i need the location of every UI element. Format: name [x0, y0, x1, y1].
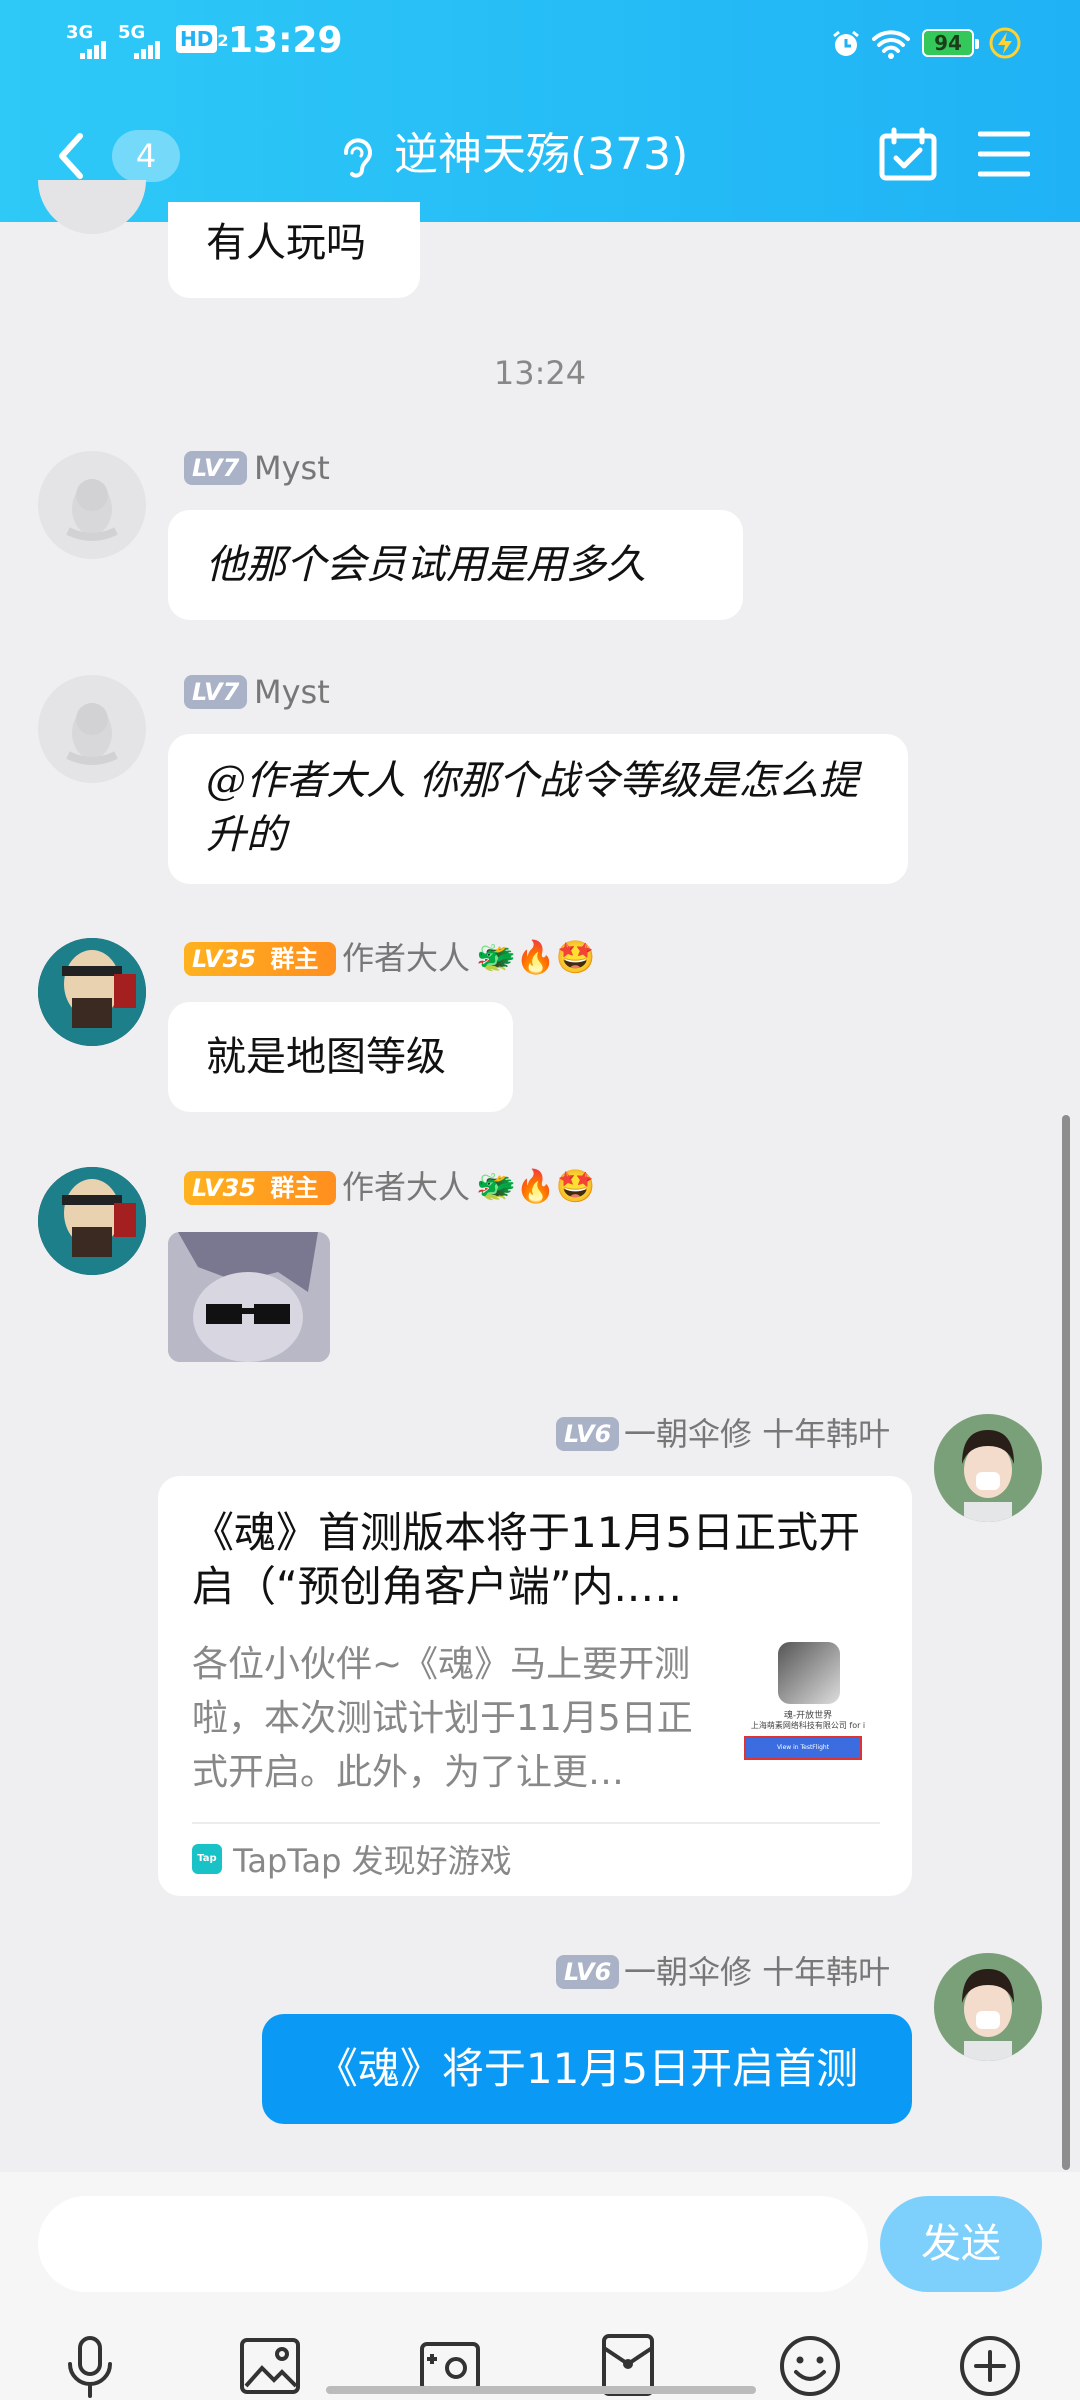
- input-area: 发送: [0, 2172, 1080, 2400]
- battery-indicator: 94: [922, 29, 979, 57]
- title-decorations: 🐲🔥🤩: [476, 1167, 596, 1205]
- home-indicator[interactable]: [326, 2386, 756, 2394]
- back-icon: [59, 133, 83, 179]
- voice-button[interactable]: [60, 2334, 120, 2398]
- avatar-image: [934, 1953, 1042, 2061]
- image-button[interactable]: [238, 2334, 302, 2398]
- back-button[interactable]: [50, 126, 100, 186]
- sender-name[interactable]: 一朝伞修 十年韩叶: [624, 1952, 890, 1992]
- send-button-label: 发送: [921, 2221, 1001, 2267]
- sender-name[interactable]: Myst: [254, 448, 330, 488]
- thumbnail-button: View in TestFlight: [744, 1736, 862, 1760]
- hd-label: HD: [176, 25, 218, 53]
- message-text: 有人玩吗: [206, 220, 366, 266]
- avatar-image: [38, 1167, 146, 1275]
- calendar-check-icon: [879, 127, 937, 181]
- message-text: 他那个会员试用是用多久: [206, 542, 646, 588]
- owner-role-text: 群主: [270, 1174, 319, 1202]
- message-text: 就是地图等级: [206, 1034, 446, 1080]
- signal-1-bars-icon: [80, 40, 108, 59]
- chat-title-text: 逆神天殇(373): [394, 129, 689, 180]
- sticker-image[interactable]: [168, 1232, 330, 1362]
- thumbnail-line-2: 上海萌素网络科技有限公司 for i: [750, 1721, 866, 1730]
- self-avatar[interactable]: [934, 1953, 1042, 2061]
- self-message-bubble[interactable]: 《魂》将于11月5日开启首测: [262, 2014, 912, 2124]
- self-avatar[interactable]: [934, 1414, 1042, 1522]
- status-time: 13:29: [228, 20, 343, 61]
- emoji-icon: [780, 2336, 840, 2396]
- flower-face-icon: 🤩: [555, 1167, 596, 1205]
- fire-icon: 🔥: [515, 938, 556, 976]
- sender-name[interactable]: 作者大人: [342, 1167, 470, 1207]
- link-card-divider: [192, 1822, 880, 1824]
- ear-icon[interactable]: [338, 133, 374, 185]
- alarm-icon: [830, 28, 862, 64]
- qq-penguin-icon: [66, 703, 118, 765]
- link-card-thumbnail: 魂-开放世界 上海萌素网络科技有限公司 for i View in TestFl…: [734, 1642, 882, 1766]
- level-text: LV35: [192, 945, 256, 973]
- level-badge: LV6: [556, 1417, 620, 1451]
- calendar-check-button[interactable]: [878, 126, 938, 186]
- link-card-source: Tap TapTap 发现好游戏: [192, 1836, 512, 1880]
- hd-sub: 2: [217, 31, 229, 50]
- level-badge: LV7: [184, 675, 248, 709]
- unread-count-badge[interactable]: 4: [112, 130, 180, 182]
- avatar[interactable]: [38, 180, 146, 234]
- avatar-image: [934, 1414, 1042, 1522]
- dragon-icon: 🐲: [476, 938, 516, 976]
- signal-group-2: 5G: [118, 24, 168, 59]
- signal-group-1: 3G: [66, 24, 110, 59]
- microphone-icon: [68, 2336, 112, 2398]
- chat-scrollbar[interactable]: [1062, 1115, 1070, 2170]
- top-bar: 3G 5G HD 2 13:29 94 4 逆神天殇(373): [0, 0, 1080, 222]
- level-badge: LV6: [556, 1955, 620, 1989]
- link-card-description: 各位小伙伴~《魂》马上要开测啦，本次测试计划于11月5日正式开启。此外，为了让更…: [192, 1644, 693, 1793]
- sender-name[interactable]: Myst: [254, 672, 330, 712]
- charging-icon: [988, 26, 1022, 64]
- level-badge: LV7: [184, 451, 248, 485]
- plus-icon: [960, 2336, 1020, 2396]
- message-timestamp: 13:24: [493, 354, 587, 392]
- level-text: LV35: [192, 1174, 256, 1202]
- link-card-source-text: TapTap 发现好游戏: [233, 1842, 512, 1880]
- hd-indicator: HD 2: [176, 25, 228, 53]
- message-bubble[interactable]: 有人玩吗: [168, 202, 420, 298]
- sender-name[interactable]: 一朝伞修 十年韩叶: [624, 1414, 890, 1454]
- link-card[interactable]: 《魂》首测版本将于11月5日正式开启（“预创角客户端”内..… 各位小伙伴~《魂…: [158, 1476, 912, 1896]
- avatar-image: [38, 938, 146, 1046]
- link-card-title: 《魂》首测版本将于11月5日正式开启（“预创角客户端”内..…: [192, 1508, 861, 1611]
- menu-icon: [977, 131, 1031, 177]
- message-bubble[interactable]: 他那个会员试用是用多久: [168, 510, 743, 620]
- avatar[interactable]: [38, 938, 146, 1046]
- flower-face-icon: 🤩: [555, 938, 596, 976]
- title-decorations: 🐲🔥🤩: [476, 938, 596, 976]
- chat-title[interactable]: 逆神天殇(373): [394, 125, 714, 185]
- menu-button[interactable]: [977, 130, 1031, 182]
- message-text: 《魂》将于11月5日开启首测: [315, 2044, 859, 2093]
- level-badge: LV35 群主: [184, 942, 336, 976]
- more-button[interactable]: [958, 2334, 1022, 2398]
- send-button[interactable]: 发送: [880, 2196, 1042, 2292]
- wifi-icon: [872, 28, 910, 64]
- emoji-button[interactable]: [778, 2334, 842, 2398]
- dragon-icon: 🐲: [476, 1167, 516, 1205]
- game-logo-icon: [778, 1642, 840, 1704]
- sender-name[interactable]: 作者大人: [342, 938, 470, 978]
- message-bubble[interactable]: 就是地图等级: [168, 1002, 513, 1112]
- image-icon: [240, 2338, 300, 2394]
- avatar[interactable]: [38, 451, 146, 559]
- owner-role-text: 群主: [270, 945, 319, 973]
- avatar[interactable]: [38, 1167, 146, 1275]
- message-bubble[interactable]: @作者大人 你那个战令等级是怎么提升的: [168, 734, 908, 884]
- fire-icon: 🔥: [515, 1167, 556, 1205]
- signal-2-bars-icon: [134, 40, 162, 59]
- avatar[interactable]: [38, 675, 146, 783]
- message-input[interactable]: [38, 2196, 868, 2292]
- level-badge: LV35 群主: [184, 1171, 336, 1205]
- taptap-icon: Tap: [192, 1844, 222, 1874]
- qq-penguin-icon: [66, 479, 118, 541]
- message-text: @作者大人 你那个战令等级是怎么提升的: [206, 758, 859, 858]
